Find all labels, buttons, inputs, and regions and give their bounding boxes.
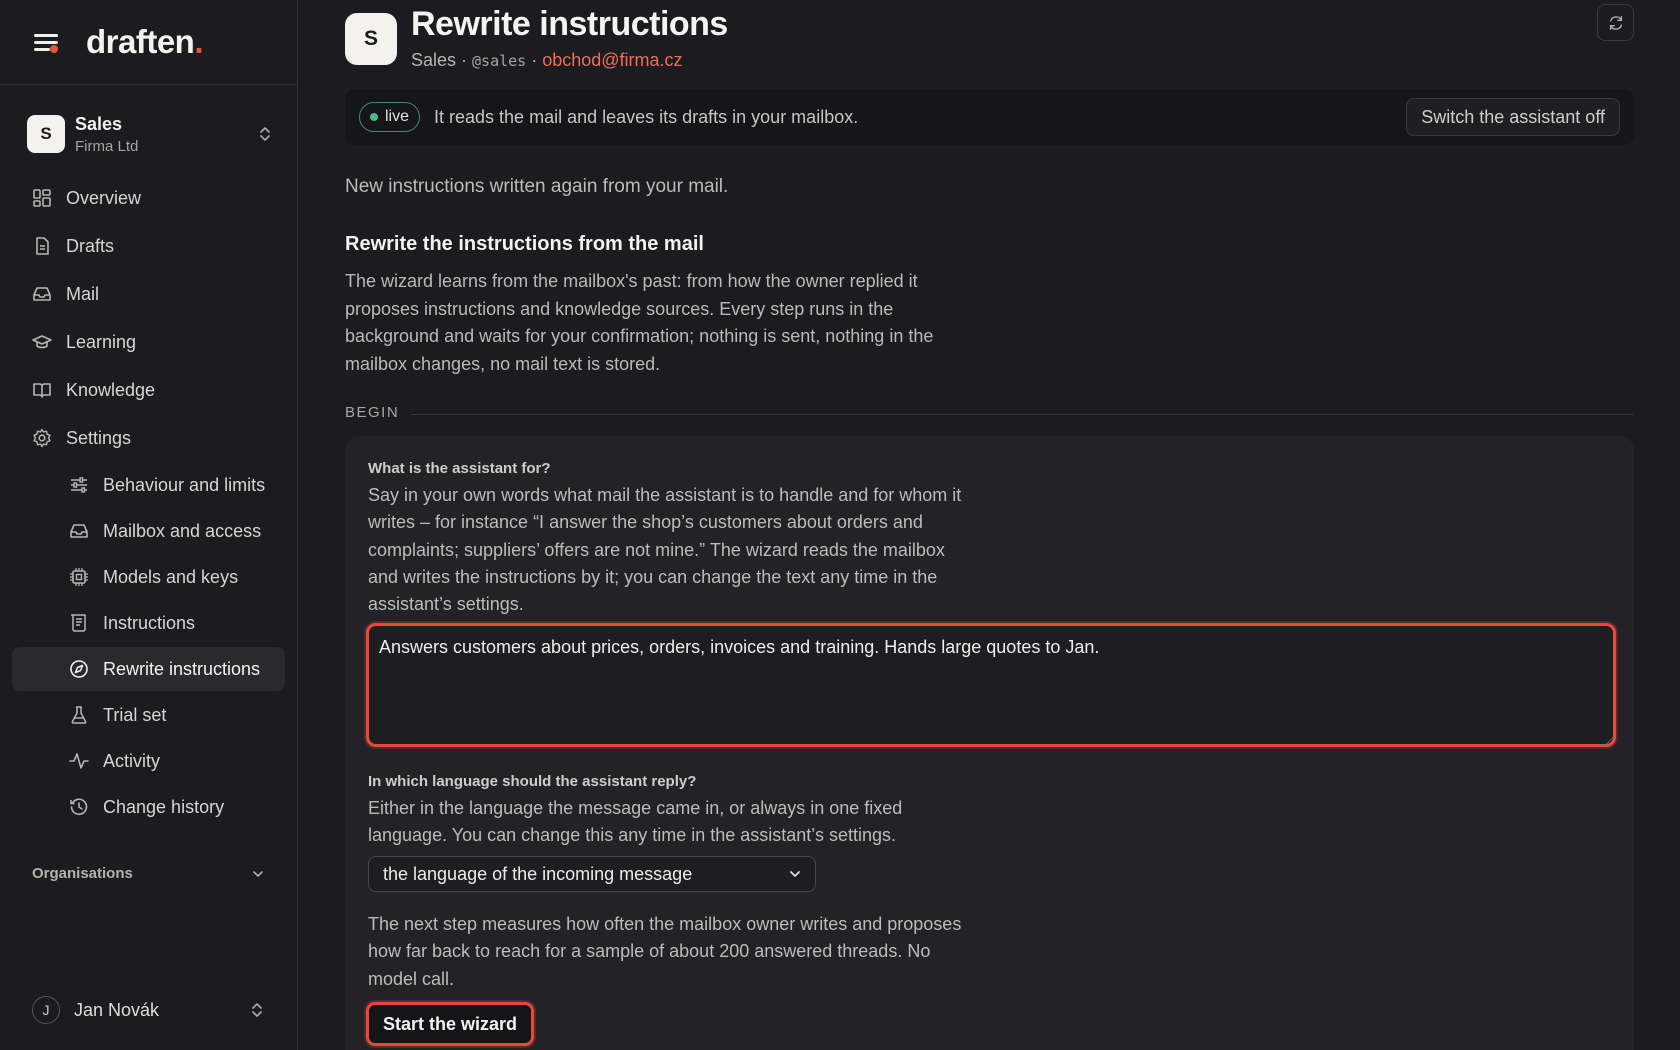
user-name: Jan Novák <box>74 999 160 1020</box>
assistant-identity: Sales · @sales · obchod@firma.cz <box>411 50 728 71</box>
nav-label: Mailbox and access <box>103 520 262 541</box>
language-help: Either in the language the message came … <box>368 798 903 846</box>
avatar: J <box>32 996 60 1024</box>
menu-icon[interactable] <box>32 30 62 54</box>
activity-icon <box>69 753 89 769</box>
nav-label: Settings <box>66 427 132 448</box>
purpose-help: Say in your own words what mail the assi… <box>368 485 962 615</box>
document-icon <box>36 237 49 255</box>
page-title: Rewrite instructions <box>411 5 728 43</box>
chip-icon <box>70 568 88 586</box>
chevron-down-icon <box>253 870 263 877</box>
brand-bar: draften. <box>0 0 297 85</box>
main-content: S Rewrite instructions Sales · @sales · … <box>299 0 1680 1050</box>
nav-label: Overview <box>66 187 142 208</box>
workspace-org: Firma Ltd <box>75 137 139 155</box>
organisations-label: Organisations <box>32 865 133 882</box>
mailbox-email-link[interactable]: obchod@firma.cz <box>542 50 682 70</box>
nav-label: Trial set <box>103 704 167 725</box>
language-selected-value: the language of the incoming message <box>383 863 693 884</box>
nav-item-change-history[interactable]: Change history <box>12 785 285 829</box>
workspace-switcher[interactable]: S Sales Firma Ltd <box>27 111 273 157</box>
nav-item-trial-set[interactable]: Trial set <box>12 693 285 737</box>
graduation-cap-icon <box>32 335 52 349</box>
nav-item-knowledge[interactable]: Knowledge <box>12 367 285 413</box>
nav-item-behaviour-and-limits[interactable]: Behaviour and limits <box>12 463 285 507</box>
nav-label: Behaviour and limits <box>103 474 266 495</box>
nav-item-rewrite-instructions[interactable]: Rewrite instructions <box>12 647 285 691</box>
flask-icon <box>71 706 87 724</box>
nav-item-activity[interactable]: Activity <box>12 739 285 783</box>
gear-icon <box>33 428 51 448</box>
history-icon <box>70 798 88 816</box>
nav-item-overview[interactable]: Overview <box>12 175 285 221</box>
language-select[interactable]: the language of the incoming message <box>368 856 816 892</box>
nav-label: Rewrite instructions <box>103 658 261 679</box>
nav-label: Activity <box>103 750 161 771</box>
page-intro: New instructions written again from your… <box>345 176 729 197</box>
nav-item-models-and-keys[interactable]: Models and keys <box>12 555 285 599</box>
team-name: Sales · <box>411 50 473 70</box>
refresh-icon <box>1609 15 1622 30</box>
wizard-form-card: What is the assistant for? Say in your o… <box>345 436 1634 1050</box>
sidebar: draften. S Sales Firma Ltd Overview Draf… <box>0 0 298 1050</box>
nav-item-mailbox-and-access[interactable]: Mailbox and access <box>12 509 285 553</box>
workspace-avatar: S <box>27 115 65 153</box>
book-icon <box>33 383 51 398</box>
purpose-textarea[interactable]: Answers customers about prices, orders, … <box>366 623 1616 747</box>
page-header: S Rewrite instructions Sales · @sales · … <box>345 5 728 71</box>
compass-icon <box>70 660 88 678</box>
inbox-icon <box>33 287 51 301</box>
status-badge: live <box>359 102 421 132</box>
assistant-handle: @sales <box>472 52 527 70</box>
user-menu[interactable]: J Jan Novák <box>32 990 265 1030</box>
refresh-button[interactable] <box>1597 4 1634 41</box>
section-description: The wizard learns from the mailbox's pas… <box>345 271 934 374</box>
next-step-note: The next step measures how often the mai… <box>368 914 962 989</box>
separator: · <box>526 50 543 70</box>
nav-item-mail[interactable]: Mail <box>12 271 285 317</box>
nav-item-drafts[interactable]: Drafts <box>12 223 285 269</box>
nav-label: Models and keys <box>103 566 239 587</box>
main-nav: Overview Drafts Mail Learning Knowledge … <box>0 175 297 829</box>
inbox-icon <box>70 524 88 538</box>
begin-label: BEGIN <box>345 404 400 421</box>
logo[interactable]: draften. <box>86 23 203 61</box>
chevrons-up-down-icon <box>257 124 273 144</box>
nav-item-settings[interactable]: Settings <box>12 415 285 461</box>
begin-divider: BEGIN <box>345 404 1634 421</box>
live-dot-icon <box>370 113 378 121</box>
nav-label: Drafts <box>66 235 115 256</box>
chevrons-up-down-icon <box>249 1000 265 1020</box>
switch-assistant-off-button[interactable]: Switch the assistant off <box>1406 98 1620 136</box>
assistant-status-bar: live It reads the mail and leaves its dr… <box>345 89 1634 145</box>
purpose-label: What is the assistant for? <box>368 460 551 477</box>
nav-item-instructions[interactable]: Instructions <box>12 601 285 645</box>
workspace-name: Sales <box>75 113 123 134</box>
status-text: It reads the mail and leaves its drafts … <box>434 106 859 127</box>
section-title: Rewrite the instructions from the mail <box>345 233 704 255</box>
grid-icon <box>33 189 51 207</box>
divider <box>411 414 1634 415</box>
sliders-icon <box>71 477 87 493</box>
nav-label: Mail <box>66 283 100 304</box>
nav-label: Learning <box>66 331 137 352</box>
nav-label: Change history <box>103 796 225 817</box>
chevron-down-icon <box>790 871 800 877</box>
language-label: In which language should the assistant r… <box>368 773 697 790</box>
scroll-text-icon <box>71 614 86 632</box>
start-wizard-button[interactable]: Start the wizard <box>366 1002 535 1046</box>
organisations-toggle[interactable]: Organisations <box>32 865 265 882</box>
nav-label: Knowledge <box>66 379 156 400</box>
nav-item-learning[interactable]: Learning <box>12 319 285 365</box>
assistant-avatar: S <box>345 13 397 65</box>
nav-label: Instructions <box>103 612 196 633</box>
